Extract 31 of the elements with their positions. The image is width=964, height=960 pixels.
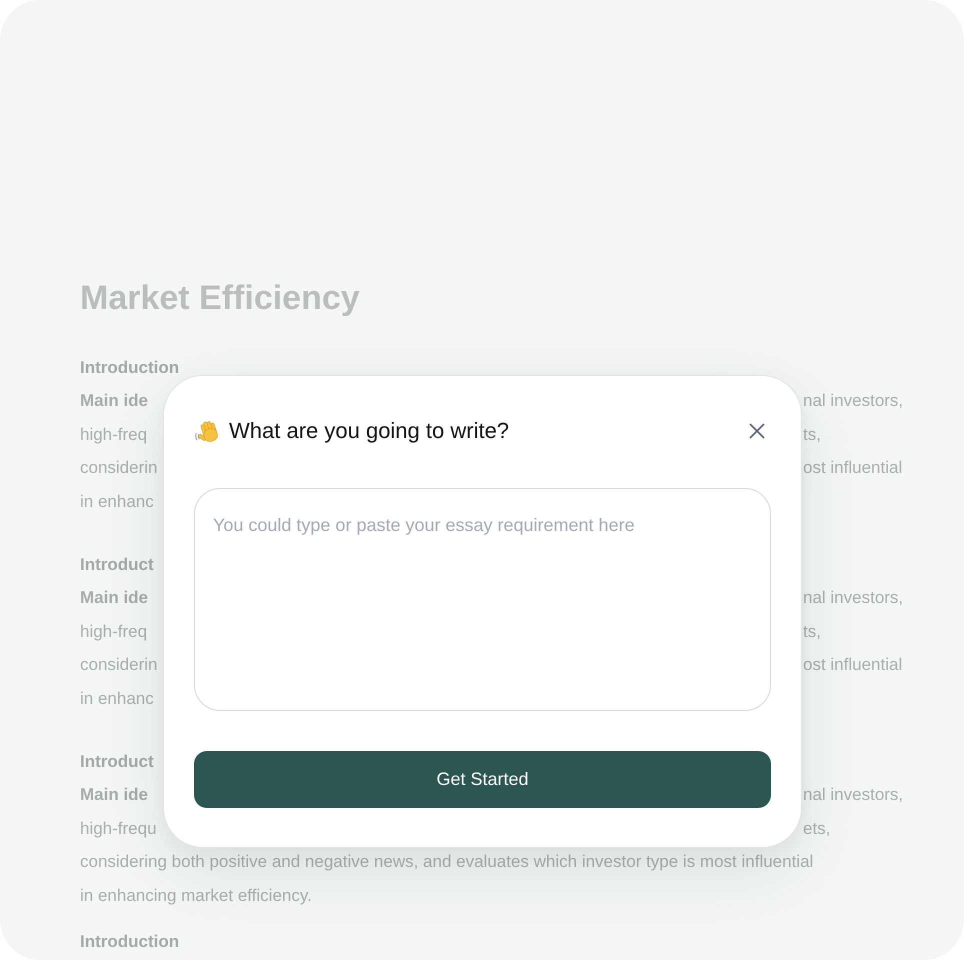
main-idea-text: Main ide xyxy=(80,390,148,412)
section-heading: Introduction xyxy=(80,356,180,379)
paragraph-text: in enhanc xyxy=(80,688,154,710)
essay-requirement-field[interactable]: You could type or paste your essay requirement here xyxy=(194,488,771,711)
paragraph-text: high-frequ xyxy=(80,818,157,840)
paragraph-text: considering both positive and negative news, and evaluates which investor type is most influential xyxy=(80,851,814,874)
paragraph-text: nal investors, xyxy=(803,784,904,806)
main-idea-text: Main ide xyxy=(80,784,148,806)
section-heading: Introduct xyxy=(80,750,154,773)
get-started-button[interactable]: Get Started xyxy=(194,751,771,808)
dialog-title: What are you going to write? xyxy=(229,417,510,445)
paragraph-text: ost influential xyxy=(803,457,902,480)
waving-hand-icon xyxy=(194,418,220,444)
paragraph-text: high-freq xyxy=(80,424,148,446)
paragraph-text: ts, xyxy=(803,620,821,643)
document-title: Market Efficiency xyxy=(80,278,360,319)
main-idea-text: Main ide xyxy=(80,587,148,610)
paragraph-text: ets, xyxy=(803,818,830,840)
close-button[interactable] xyxy=(749,423,765,439)
section-heading: Introduct xyxy=(80,554,154,576)
paragraph-text: ts, xyxy=(803,424,821,446)
paragraph-text: considerin xyxy=(80,457,158,480)
section-heading: Introduction xyxy=(80,931,180,954)
paragraph-text: in enhanc xyxy=(80,490,154,513)
paragraph-text: nal investors, xyxy=(803,390,904,412)
close-icon xyxy=(749,423,765,439)
paragraph-text: nal investors, xyxy=(803,587,904,610)
paragraph-text: ost influential xyxy=(803,654,902,676)
paragraph-text: high-freq xyxy=(80,620,148,643)
paragraph-text: in enhancing market efficiency. xyxy=(80,884,312,907)
paragraph-text: considerin xyxy=(80,654,158,676)
